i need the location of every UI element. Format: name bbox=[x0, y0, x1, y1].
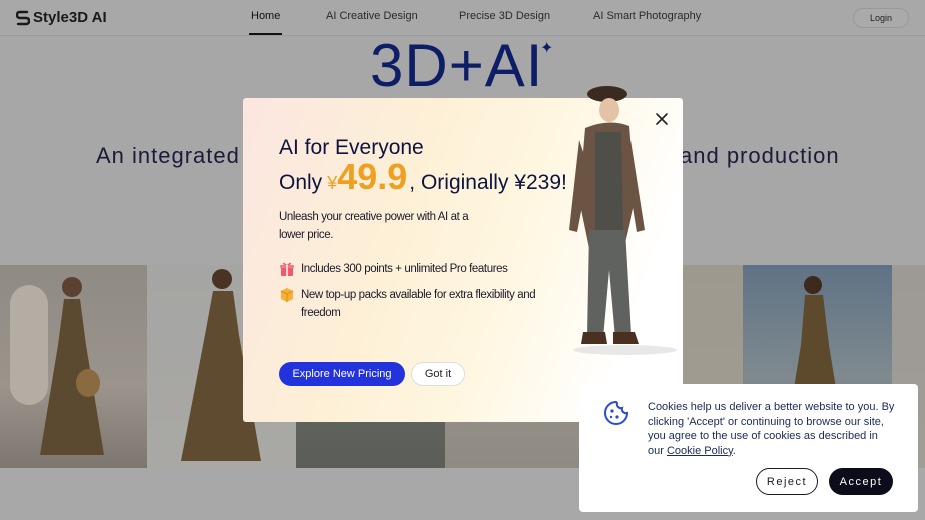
cookie-icon bbox=[604, 400, 629, 425]
hero-subtitle-right: and production bbox=[680, 143, 840, 168]
nav-home[interactable]: Home bbox=[251, 10, 280, 22]
hero-title: 3D+AI bbox=[370, 32, 544, 99]
logo-text: Style3D AI bbox=[33, 9, 107, 26]
modal-description: Unleash your creative power with AI at a… bbox=[279, 211, 469, 241]
cookie-message-trailing: . bbox=[732, 444, 736, 457]
nav-ai-creative-design[interactable]: AI Creative Design bbox=[326, 10, 418, 22]
cookie-policy-link[interactable]: Cookie Policy bbox=[667, 445, 733, 457]
nav-ai-smart-photography[interactable]: AI Smart Photography bbox=[593, 10, 701, 22]
cookie-consent-banner: Cookies help us deliver a better website… bbox=[579, 384, 918, 512]
nav-active-underline bbox=[249, 33, 282, 35]
feature-item: New top-up packs available for extra fle… bbox=[279, 286, 539, 322]
model-figure-image bbox=[569, 86, 677, 355]
package-icon bbox=[280, 288, 294, 302]
price-original: , Originally ¥239! bbox=[409, 171, 567, 194]
gallery-photo-1[interactable] bbox=[0, 265, 147, 468]
price-line: Only ¥ 49.9 , Originally ¥239! bbox=[279, 156, 567, 198]
feature-item: Includes 300 points + unlimited Pro feat… bbox=[279, 260, 539, 278]
cookie-message: Cookies help us deliver a better website… bbox=[648, 400, 896, 458]
nav-precise-3d-design[interactable]: Precise 3D Design bbox=[459, 10, 550, 22]
price-value: 49.9 bbox=[337, 156, 408, 197]
price-currency: ¥ bbox=[327, 173, 338, 193]
explore-new-pricing-button[interactable]: Explore New Pricing bbox=[279, 362, 405, 386]
hero-subtitle-left: An integrated a bbox=[96, 143, 261, 168]
feature-text: Includes 300 points + unlimited Pro feat… bbox=[301, 263, 508, 275]
price-prefix: Only bbox=[279, 171, 323, 194]
accept-cookies-button[interactable]: Accept bbox=[829, 468, 893, 495]
feature-text: New top-up packs available for extra fle… bbox=[301, 289, 536, 319]
got-it-button[interactable]: Got it bbox=[411, 362, 465, 386]
style3d-logo-icon bbox=[16, 10, 30, 25]
logo[interactable]: Style3D AI bbox=[16, 9, 107, 26]
gift-icon bbox=[280, 262, 294, 276]
login-button[interactable]: Login bbox=[853, 8, 909, 28]
reject-cookies-button[interactable]: Reject bbox=[756, 468, 818, 495]
sparkle-icon: ✦ bbox=[540, 40, 554, 57]
top-header: Style3D AI Home AI Creative Design Preci… bbox=[0, 0, 925, 36]
